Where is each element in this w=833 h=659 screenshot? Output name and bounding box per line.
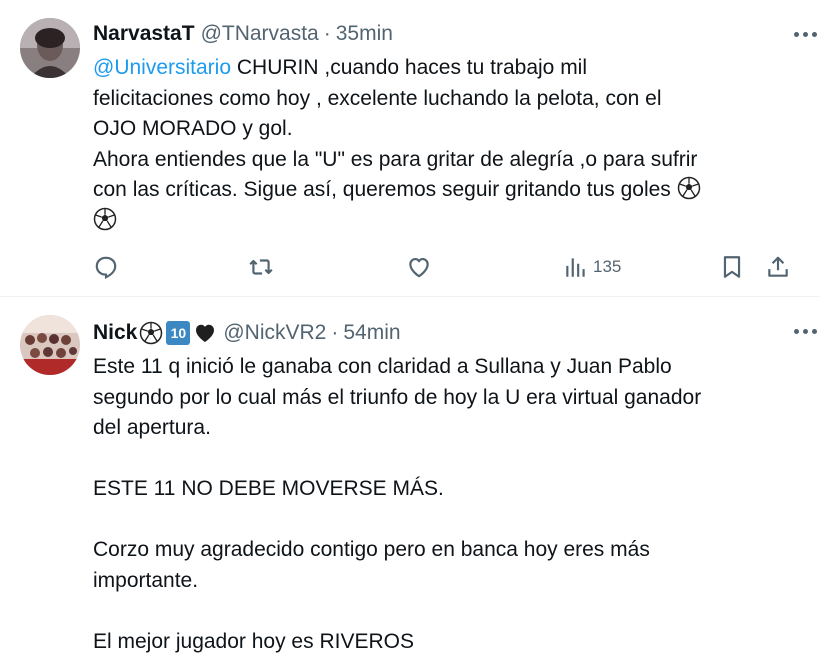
keycap-ten-icon: 10: [166, 321, 191, 345]
black-heart-icon: [196, 324, 215, 342]
display-name[interactable]: Nick: [93, 321, 137, 345]
avatar[interactable]: [20, 315, 80, 375]
text-line: OJO MORADO y gol.: [93, 117, 293, 140]
user-handle[interactable]: @TNarvasta: [201, 22, 319, 46]
share-button[interactable]: [765, 252, 791, 282]
soccer-ball-icon: [93, 207, 117, 230]
tweet-narvastat[interactable]: NarvastaT @TNarvasta · 35min @Universita…: [0, 0, 820, 297]
text-line: Ahora entiendes que la "U" es para grita…: [93, 147, 698, 171]
tweet-header: Nick 10 @NickVR2 · 54min: [93, 319, 401, 347]
tweet-text: @Universitario CHURIN ,cuando haces tu t…: [93, 53, 798, 236]
avatar-image: [20, 18, 80, 78]
more-options-icon[interactable]: [790, 24, 820, 44]
timestamp[interactable]: 35min: [336, 22, 393, 46]
views-count: 135: [593, 257, 622, 276]
text-line: segundo por lo cual más el triunfo de ho…: [93, 385, 702, 409]
text-line: CHURIN ,cuando haces tu trabajo mil: [231, 56, 588, 79]
text-line: felicitaciones como hoy , excelente luch…: [93, 86, 662, 110]
reply-button[interactable]: [93, 252, 119, 282]
soccer-ball-icon: [140, 321, 163, 345]
tweet-nick[interactable]: Nick 10 @NickVR2 · 54min Este 11 q inici…: [0, 297, 820, 659]
views-button[interactable]: 135: [563, 252, 621, 282]
share-icon: [768, 256, 788, 277]
avatar[interactable]: [20, 18, 80, 78]
user-handle[interactable]: @NickVR2: [223, 321, 326, 345]
more-options-icon[interactable]: [790, 321, 820, 341]
text-line: del apertura.: [93, 416, 211, 439]
separator-dot: ·: [323, 22, 331, 45]
tweet-header: NarvastaT @TNarvasta · 35min: [93, 20, 393, 48]
text-line: importante.: [93, 568, 199, 592]
tweet-text: Este 11 q inició le ganaba con claridad …: [93, 352, 798, 657]
bookmark-icon: [723, 256, 741, 278]
soccer-ball-icon: [677, 176, 700, 200]
mention-link[interactable]: @Universitario: [93, 56, 231, 79]
like-button[interactable]: [406, 252, 432, 282]
text-line: El mejor jugador hoy es RIVEROS: [93, 629, 414, 653]
display-name[interactable]: NarvastaT: [93, 22, 195, 46]
bookmark-button[interactable]: [719, 252, 745, 282]
retweet-button[interactable]: [248, 252, 274, 282]
action-bar: 135: [93, 252, 799, 282]
text-line: Este 11 q inició le ganaba con claridad …: [93, 355, 672, 378]
analytics-icon: [566, 258, 585, 277]
reply-icon: [95, 256, 117, 280]
separator-dot: ·: [331, 321, 339, 344]
timestamp[interactable]: 54min: [343, 321, 400, 345]
avatar-image: [20, 315, 80, 375]
text-line: con las críticas. Sigue así, queremos se…: [93, 178, 677, 201]
heart-icon: [409, 258, 429, 278]
text-line: ESTE 11 NO DEBE MOVERSE MÁS.: [93, 477, 444, 500]
text-line: Corzo muy agradecido contigo pero en ban…: [93, 538, 650, 561]
retweet-icon: [249, 259, 273, 275]
